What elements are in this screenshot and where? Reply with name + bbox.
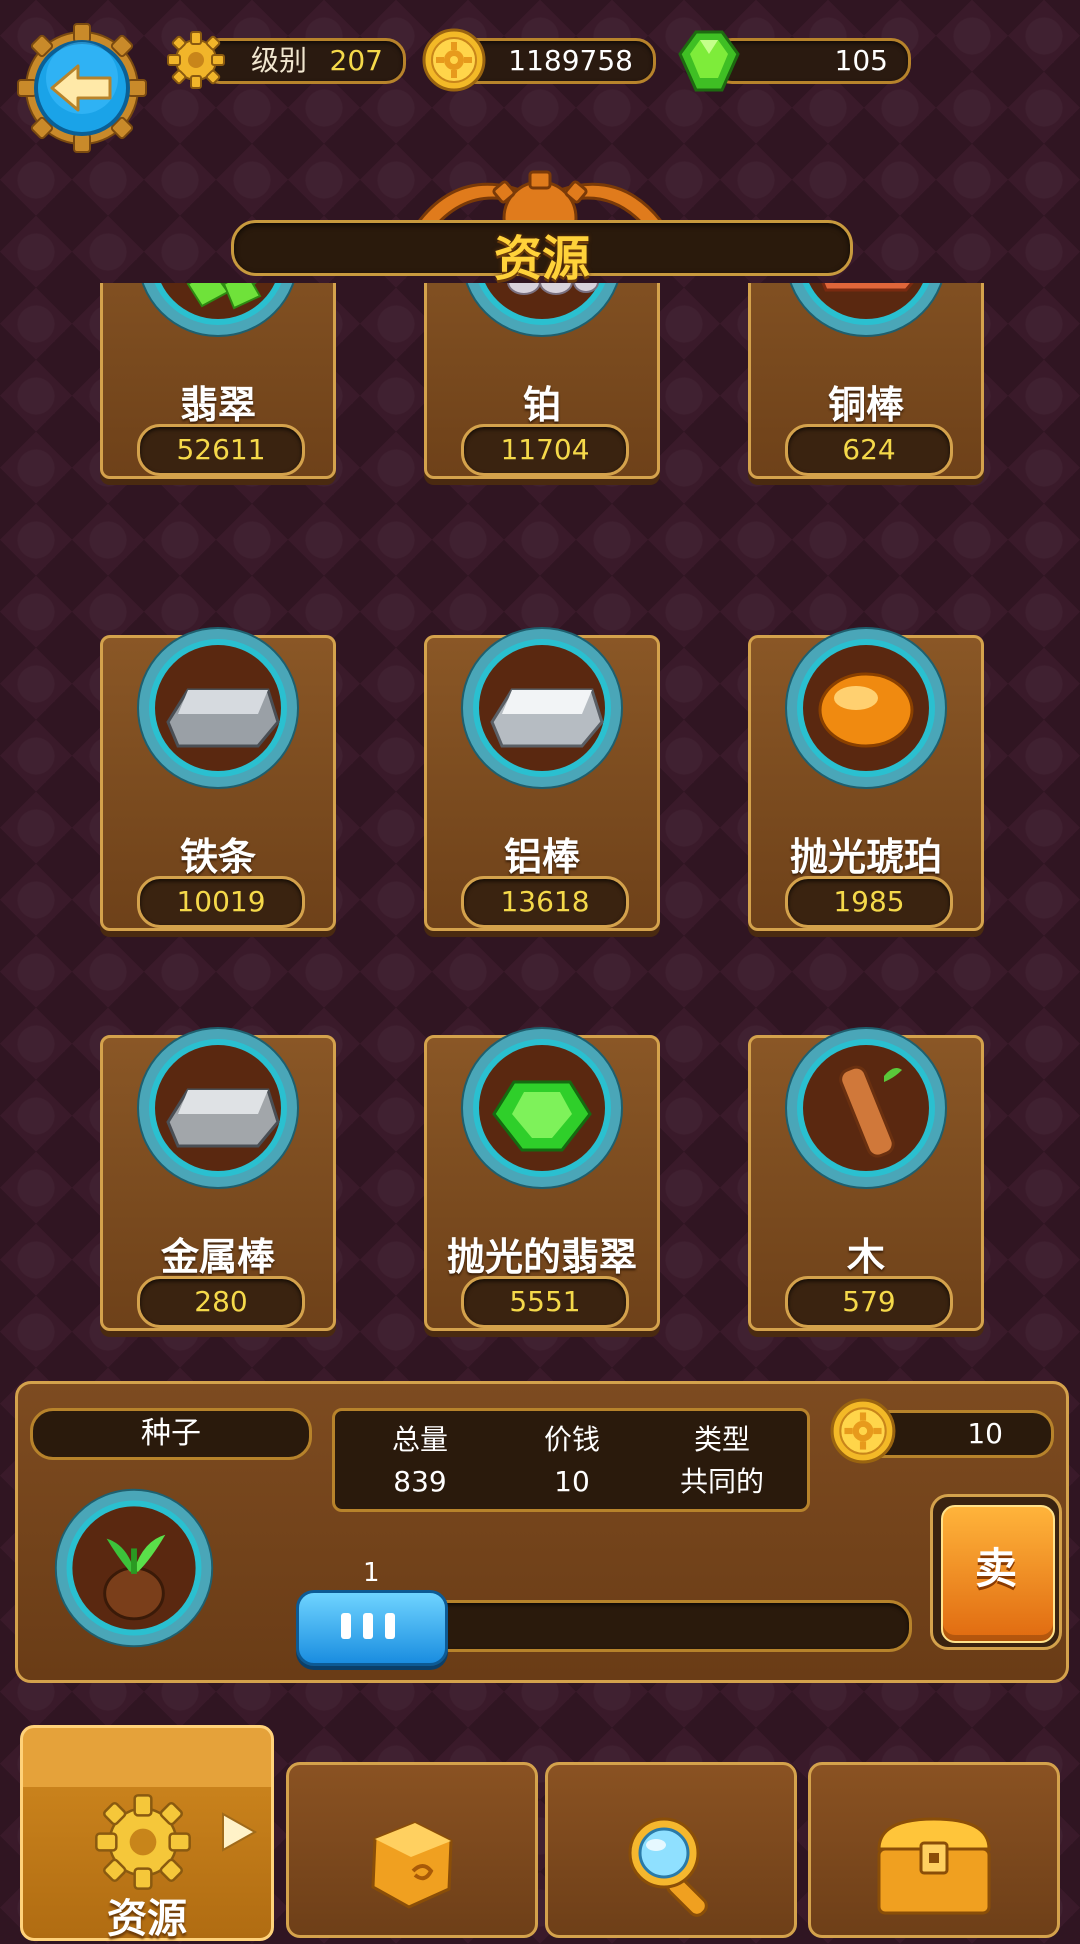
play-arrow-icon	[222, 1812, 258, 1852]
resource-card[interactable]: 铝棒 13618	[424, 627, 660, 931]
metal-bar-icon	[137, 1027, 299, 1189]
copper-bar-icon	[789, 283, 943, 337]
sell-button-label: 卖	[974, 1544, 1017, 1593]
resource-count: 1985	[785, 876, 953, 928]
resource-count: 13618	[461, 876, 629, 928]
resource-card[interactable]: 铂 11704	[424, 283, 660, 479]
resource-card[interactable]: 抛光的翡翠 5551	[424, 1027, 660, 1331]
gem-icon	[678, 30, 740, 92]
type-label: 类型	[693, 1423, 750, 1456]
coin-icon	[830, 1398, 896, 1464]
resource-count: 579	[785, 1276, 953, 1328]
resource-card[interactable]: 铜棒 624	[748, 283, 984, 479]
grip-line	[385, 1613, 395, 1639]
resource-count: 5551	[461, 1276, 629, 1328]
page-title: 资源	[493, 231, 590, 287]
back-button[interactable]	[16, 22, 148, 154]
item-detail-panel: 种子 总量 839 价钱 10 类型 共同的 10 1 卖	[15, 1381, 1069, 1683]
tab-crafting[interactable]	[286, 1762, 538, 1938]
price-label: 价钱	[543, 1423, 600, 1456]
resource-card[interactable]: 木 579	[748, 1027, 984, 1331]
aluminum-bar-icon	[461, 627, 623, 789]
tab-chest[interactable]	[808, 1762, 1060, 1938]
resource-name: 抛光的翡翠	[446, 1235, 637, 1279]
seed-sprout-icon	[54, 1488, 214, 1648]
title-banner: 资源	[231, 220, 853, 287]
selected-item-name: 种子	[30, 1408, 312, 1460]
resource-count: 11704	[461, 424, 629, 476]
coin-icon	[422, 28, 486, 92]
sell-price-value: 10	[967, 1417, 1003, 1450]
emerald-pile-icon	[141, 283, 295, 337]
type-value: 共同的	[679, 1465, 764, 1498]
magnifier-icon	[628, 1817, 708, 1917]
resource-card[interactable]: 铁条 10019	[100, 627, 336, 931]
polished-amber-icon	[785, 627, 947, 789]
resource-name: 木	[846, 1235, 885, 1279]
resource-card[interactable]: 抛光琥珀 1985	[748, 627, 984, 931]
resource-name: 铝棒	[503, 835, 580, 879]
resource-grid[interactable]: 翡翠 52611 铂 11704 铜棒 624 铁条 10019 铝棒 1361…	[0, 283, 1080, 1363]
level-value: 207	[329, 44, 383, 77]
grip-line	[363, 1613, 373, 1639]
gem-value: 105	[834, 44, 888, 77]
gear-icon	[95, 1794, 191, 1890]
total-value: 839	[393, 1465, 447, 1498]
rune-cube-icon	[371, 1821, 453, 1909]
resource-card[interactable]: 翡翠 52611	[100, 283, 336, 479]
total-label: 总量	[391, 1423, 448, 1456]
resource-name: 抛光琥珀	[789, 835, 942, 879]
sell-button[interactable]: 卖	[930, 1494, 1062, 1650]
quantity-value: 1	[363, 1558, 380, 1588]
price-value: 10	[554, 1465, 590, 1498]
resource-name: 铁条	[179, 835, 256, 879]
resource-count: 280	[137, 1276, 305, 1328]
resource-count: 52611	[137, 424, 305, 476]
resource-count: 624	[785, 424, 953, 476]
resource-count: 10019	[137, 876, 305, 928]
quantity-slider-thumb[interactable]	[296, 1590, 448, 1666]
item-info-box: 总量 839 价钱 10 类型 共同的	[332, 1408, 810, 1512]
resource-name: 铂	[522, 383, 561, 427]
coin-value: 1189758	[508, 44, 633, 77]
tab-resources-label: 资源	[107, 1896, 187, 1942]
back-arrow-icon	[17, 23, 147, 153]
level-gear-icon	[167, 31, 225, 89]
tab-search[interactable]	[545, 1762, 797, 1938]
resource-name: 金属棒	[160, 1235, 275, 1279]
level-display: 级别 207	[200, 38, 406, 84]
level-label: 级别	[251, 44, 308, 77]
grip-line	[341, 1613, 351, 1639]
wood-log-icon	[785, 1027, 947, 1189]
iron-bar-icon	[137, 627, 299, 789]
platinum-ore-icon	[465, 283, 619, 337]
resource-name: 铜棒	[827, 383, 904, 427]
polished-emerald-icon	[461, 1027, 623, 1189]
treasure-chest-icon	[877, 1817, 991, 1915]
resource-card[interactable]: 金属棒 280	[100, 1027, 336, 1331]
resource-name: 翡翠	[179, 383, 256, 427]
tab-resources[interactable]: 资源	[20, 1725, 274, 1942]
